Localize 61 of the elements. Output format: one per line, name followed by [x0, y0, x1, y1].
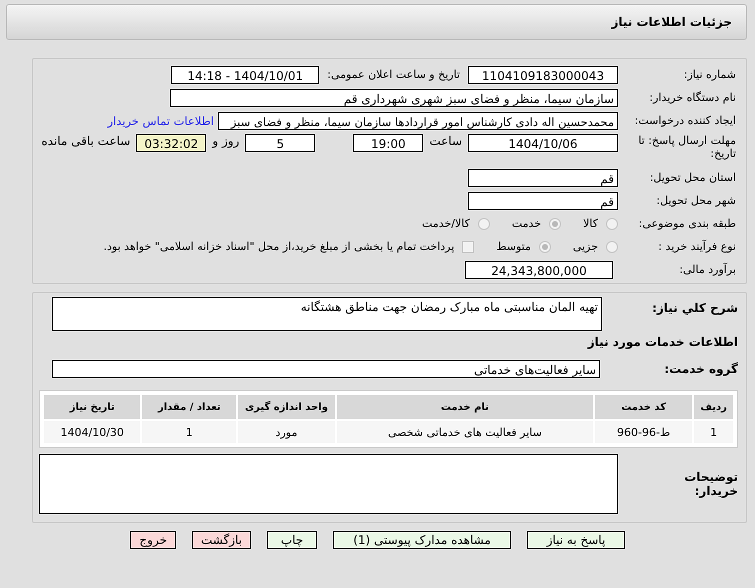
- radio-button[interactable]: [549, 218, 562, 230]
- field-label: مهلت ارسال پاسخ: تا تاریخ:: [637, 134, 736, 160]
- column-header: تعداد / مقدار: [142, 395, 236, 419]
- remaining-label: ساعت باقی مانده: [41, 134, 130, 148]
- field-label: توضیحات خریدار:: [683, 470, 738, 498]
- description-field: تهیه المان مناسبتی ماه مبارک رمضان جهت مناطق هشتگانه: [52, 297, 602, 331]
- deadline-time-field: 19:00: [353, 134, 424, 152]
- table-cell: 1: [142, 421, 236, 443]
- column-header: تاریخ نیاز: [44, 395, 140, 419]
- table-cell: ط-96-960: [595, 421, 692, 443]
- field-label: نام دستگاه خریدار:: [648, 91, 736, 104]
- field-label: شماره نیاز:: [682, 68, 736, 81]
- days-label: روز و: [212, 134, 240, 148]
- radio-button[interactable]: [478, 218, 490, 230]
- time-label: ساعت: [429, 134, 462, 148]
- contact-link[interactable]: اطلاعات تماس خریدار: [107, 114, 214, 128]
- province-field: قم: [468, 168, 618, 186]
- field-label: شهر محل تحویل:: [655, 194, 736, 207]
- service-group-field: سایر فعالیت‌های خدماتی: [52, 360, 600, 378]
- radio-button[interactable]: [606, 218, 618, 230]
- field-label: برآورد مالی:: [678, 263, 736, 276]
- section-title: اطلاعات خدمات مورد نیاز: [586, 335, 738, 349]
- column-header: ردیف: [694, 395, 733, 419]
- radio-label: خدمت: [512, 217, 542, 230]
- table-cell: مورد: [238, 421, 335, 443]
- budget-field: 24,343,800,000: [465, 260, 613, 278]
- creator-field: محمدحسین اله دادی کارشناس امور قراردادها سازمان سیما، منظر و فضای سبز: [218, 112, 618, 130]
- column-header: نام خدمت: [336, 395, 594, 419]
- action-button[interactable]: بازگشت: [192, 531, 251, 549]
- table-cell: 1: [694, 421, 733, 443]
- remaining-time-field: 03:32:02: [136, 134, 206, 152]
- announce-date-field: 1404/10/01 - 14:18: [171, 66, 320, 84]
- field-label: گروه خدمت:: [663, 362, 738, 376]
- table-cell: 1404/10/30: [44, 421, 140, 443]
- field-label: شرح کلي نياز:: [651, 301, 738, 315]
- field-label: طبقه بندی موضوعی:: [638, 217, 736, 230]
- deadline-date-field: 1404/10/06: [468, 134, 618, 152]
- radio-button[interactable]: [538, 240, 551, 252]
- field-label: ایجاد کننده درخواست:: [634, 114, 736, 127]
- radio-label: کالا/خدمت: [422, 217, 470, 230]
- checkbox[interactable]: [462, 240, 474, 252]
- city-field: قم: [468, 192, 618, 210]
- radio-label: متوسط: [496, 240, 531, 253]
- radio-label: کالا: [583, 217, 598, 230]
- need-number-field: 1104109183000043: [468, 66, 618, 84]
- radio-label: جزیی: [572, 240, 598, 253]
- action-button[interactable]: پاسخ به نیاز: [527, 531, 625, 549]
- action-button[interactable]: خروج: [130, 531, 176, 549]
- table-cell: سایر فعالیت های خدماتی شخصی: [336, 421, 594, 443]
- column-header: کد خدمت: [595, 395, 692, 419]
- days-field: 5: [245, 134, 316, 152]
- field-label: نوع فرآیند خرید :: [657, 240, 736, 253]
- action-button[interactable]: چاپ: [267, 531, 317, 549]
- column-header: واحد اندازه گیری: [238, 395, 335, 419]
- checkbox-label: پرداخت تمام یا بخشی از مبلغ خرید،از محل "اسناد خزانه اسلامی" خواهد بود.: [104, 240, 454, 253]
- radio-button[interactable]: [606, 240, 618, 252]
- field-label: استان محل تحویل:: [648, 171, 736, 184]
- buyer-field: سازمان سیما، منظر و فضای سبز شهری شهرداری قم: [170, 88, 618, 106]
- page-title: جزئیات اطلاعات نیاز: [611, 15, 732, 29]
- field-label: تاریخ و ساعت اعلان عمومی:: [327, 68, 460, 81]
- action-button[interactable]: مشاهده مدارک پیوستی (1): [333, 531, 511, 549]
